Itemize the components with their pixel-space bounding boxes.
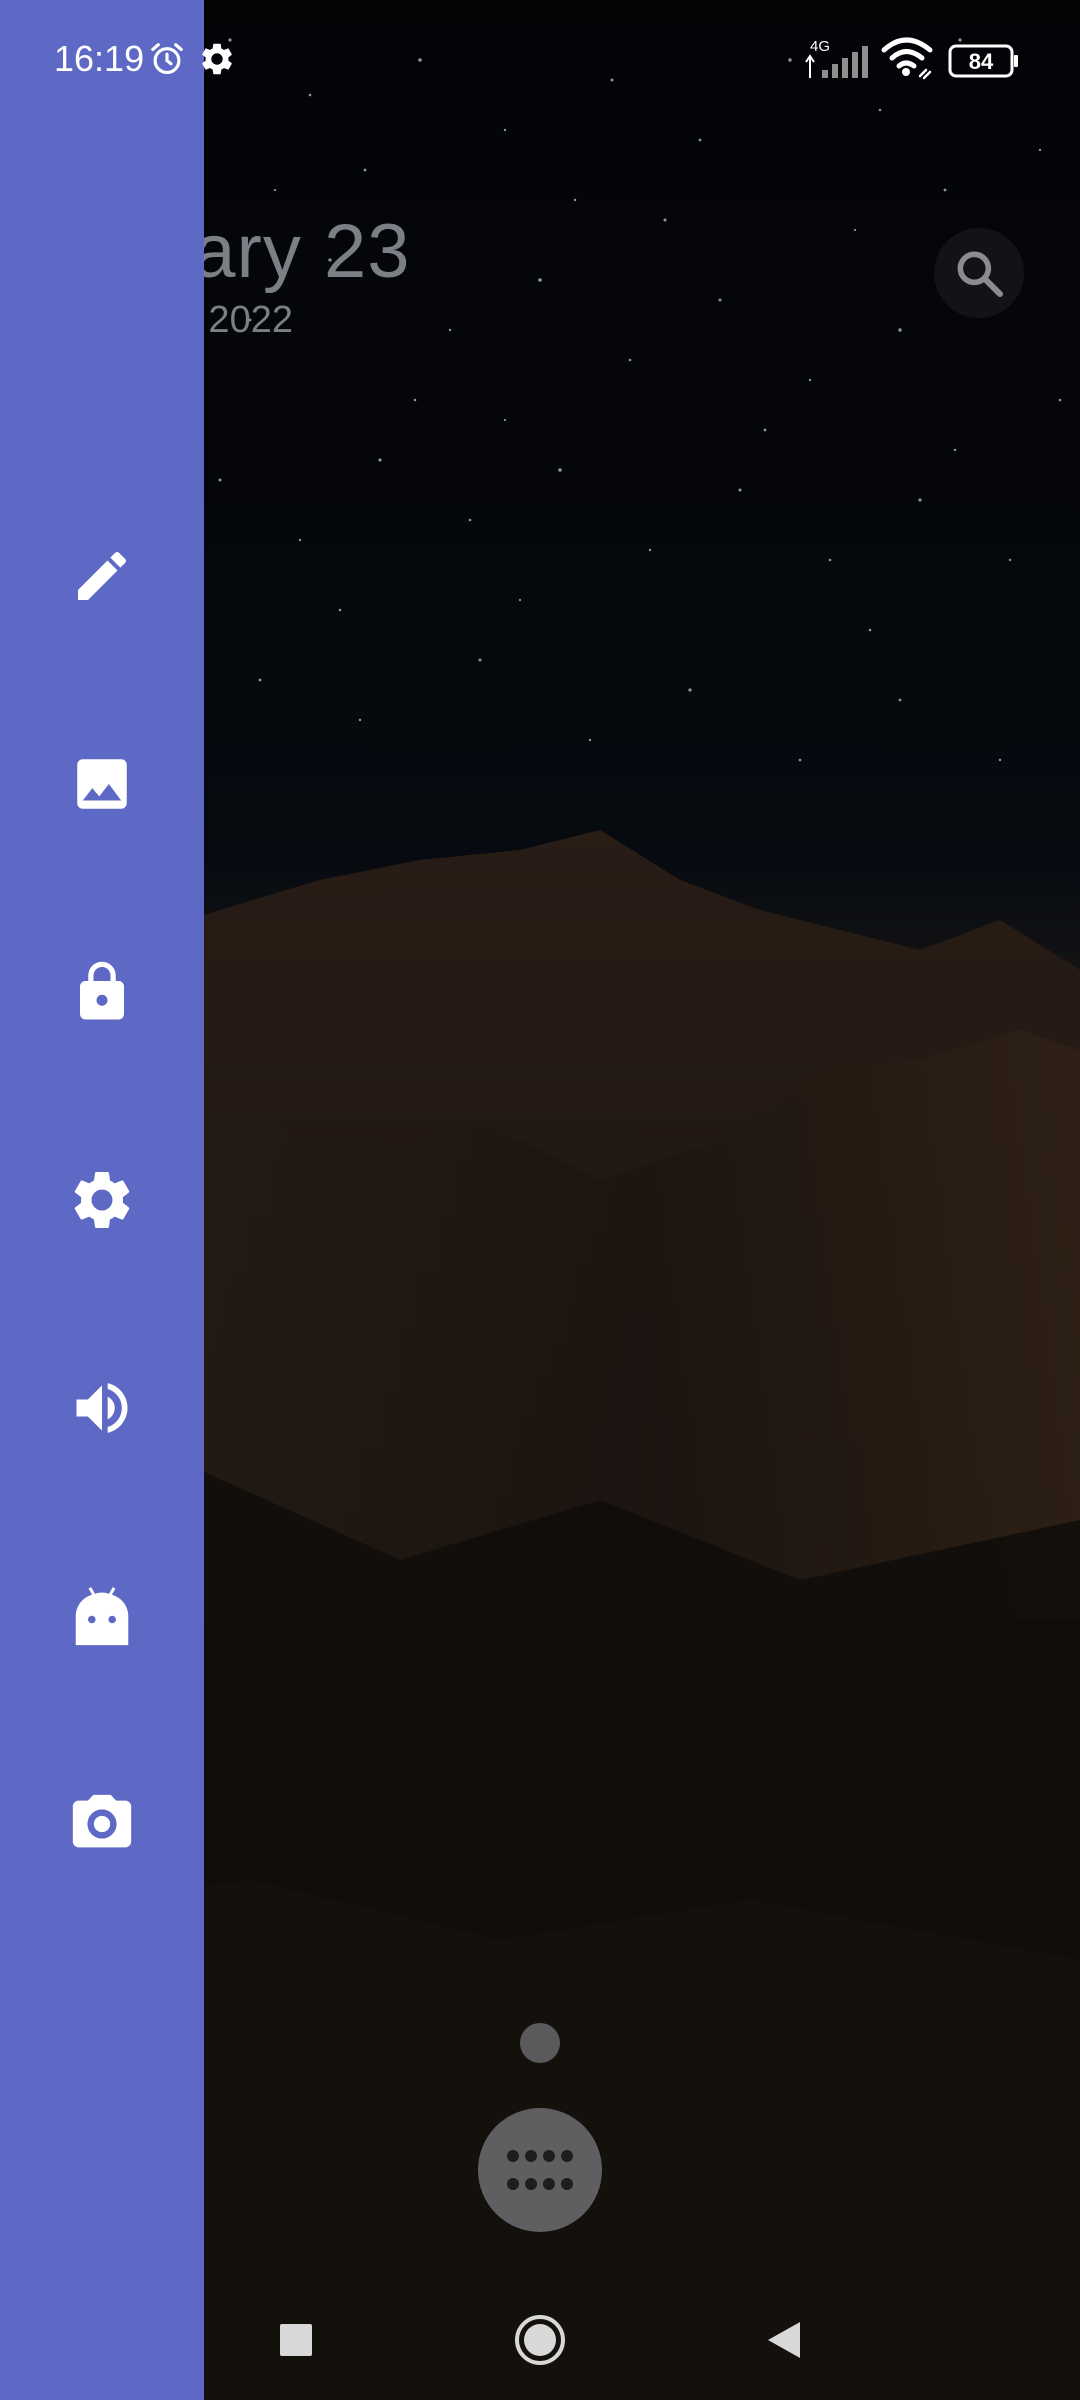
search-button[interactable] — [934, 228, 1024, 318]
home-circle-icon — [515, 2315, 565, 2365]
network-type-label: 4G — [810, 38, 830, 55]
drawer-item-settings[interactable] — [52, 1150, 152, 1250]
drawer-item-lock[interactable] — [52, 942, 152, 1042]
clock: 16:19 — [54, 38, 145, 79]
wifi-icon — [881, 37, 933, 80]
drawer-item-wallpaper[interactable] — [52, 734, 152, 834]
apps-grid-icon — [507, 2150, 573, 2190]
page-indicator — [520, 2023, 560, 2063]
back-button[interactable] — [752, 2308, 816, 2372]
status-bar: 16:19 4G 84 — [0, 0, 1080, 120]
image-icon — [77, 759, 127, 809]
recents-button[interactable] — [264, 2308, 328, 2372]
drawer-item-edit[interactable] — [52, 526, 152, 626]
drawer-item-android[interactable] — [52, 1566, 152, 1666]
drawer-item-sound[interactable] — [52, 1358, 152, 1458]
side-drawer — [0, 0, 204, 2400]
back-triangle-icon — [768, 2322, 800, 2358]
alarm-icon — [151, 43, 183, 75]
drawer-item-camera[interactable] — [52, 1774, 152, 1874]
pencil-icon — [78, 551, 127, 600]
battery-icon: 84 — [948, 44, 1018, 78]
settings-gear-icon — [202, 43, 232, 75]
signal-icon: 4G — [805, 38, 868, 78]
search-icon — [957, 251, 1004, 298]
home-button[interactable] — [508, 2308, 572, 2372]
battery-level: 84 — [969, 49, 994, 74]
volume-icon — [76, 1383, 128, 1433]
lock-icon — [80, 961, 124, 1020]
app-drawer-button[interactable] — [478, 2108, 602, 2232]
camera-icon — [72, 1794, 132, 1848]
recents-square-icon — [280, 2324, 312, 2356]
settings-icon — [74, 1171, 130, 1228]
android-icon — [75, 1587, 129, 1646]
